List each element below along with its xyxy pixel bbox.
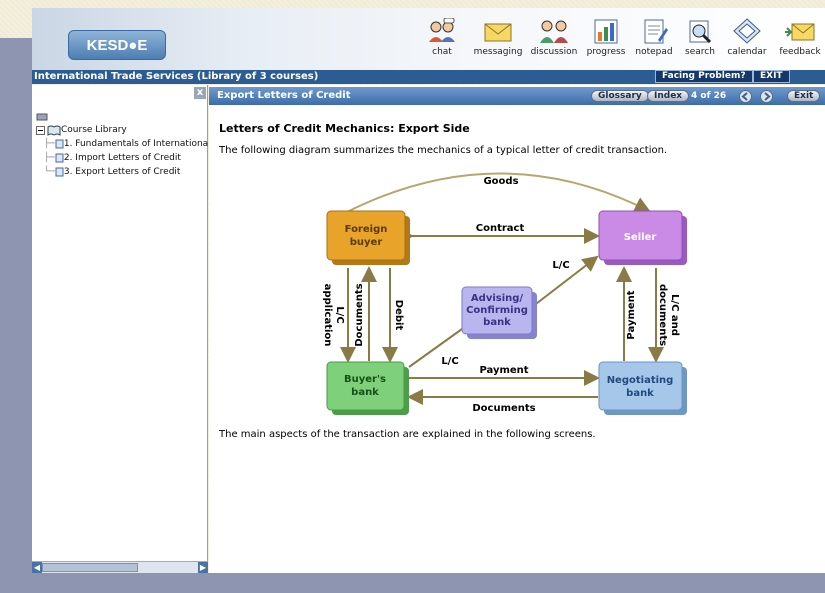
- outro-text: The main aspects of the transaction are …: [219, 429, 596, 440]
- calendar-button[interactable]: calendar: [719, 18, 775, 57]
- tree-root-label: Course Library: [61, 125, 127, 135]
- horizontal-scrollbar[interactable]: ◀ ▶: [32, 561, 208, 573]
- node-foreign-buyer: Foreign buyer: [326, 210, 410, 265]
- toolbar-label: messaging: [473, 47, 523, 57]
- node-seller: Seller: [598, 210, 687, 265]
- buyers-bank-line2: bank: [351, 387, 379, 398]
- progress-icon: [594, 19, 618, 44]
- course-title-bar: International Trade Services (Library of…: [32, 70, 825, 84]
- label-documents-v: Documents: [354, 283, 365, 346]
- feedback-button[interactable]: feedback: [772, 18, 825, 57]
- tree-item-3[interactable]: └─ 3. Export Letters of Credit: [36, 165, 208, 179]
- tree-item-1[interactable]: ├─ 1. Fundamentals of Internationa: [36, 137, 208, 151]
- foreign-buyer-line2: buyer: [350, 237, 383, 248]
- label-lc-docs-2: documents: [657, 284, 668, 346]
- facing-problem-button[interactable]: Facing Problem?: [655, 70, 753, 83]
- library-shelf-icon: [36, 113, 48, 121]
- course-icon: [55, 167, 64, 177]
- toolbar-label: chat: [432, 47, 452, 57]
- label-lc-app-2: application: [322, 284, 333, 347]
- book-icon: [47, 125, 61, 136]
- label-goods: Goods: [483, 176, 518, 187]
- course-icon: [55, 153, 64, 163]
- search-icon: [689, 20, 712, 44]
- discussion-icon: [540, 20, 568, 43]
- label-payment: Payment: [479, 365, 528, 376]
- advising-line1: Advising/: [471, 293, 524, 304]
- chat-icon: [429, 18, 455, 42]
- scroll-left-icon[interactable]: ◀: [32, 562, 42, 573]
- course-title: International Trade Services (Library of…: [34, 71, 319, 82]
- foreign-buyer-line1: Foreign: [345, 224, 388, 235]
- messaging-button[interactable]: messaging: [470, 18, 526, 57]
- toolbar-label: calendar: [727, 47, 767, 57]
- feedback-icon: [785, 23, 815, 41]
- close-panel-button[interactable]: x: [194, 87, 206, 99]
- tree-item-label: 2. Import Letters of Credit: [63, 153, 181, 163]
- scrollbar-thumb[interactable]: [42, 563, 138, 572]
- messaging-icon: [484, 23, 512, 42]
- label-lc-app-1: L/C: [334, 306, 345, 323]
- app-window: KESD●E chat messaging discussion progres…: [0, 0, 825, 593]
- tree-item-2[interactable]: ├─ 2. Import Letters of Credit: [36, 151, 208, 165]
- course-icon: [55, 139, 64, 149]
- tree-item-label: 1. Fundamentals of Internationa: [63, 139, 209, 149]
- tree-root[interactable]: Course Library: [36, 123, 208, 137]
- logo: KESD●E: [68, 30, 166, 60]
- collapse-icon: [36, 125, 45, 135]
- notepad-icon: [644, 19, 668, 44]
- discussion-button[interactable]: discussion: [526, 18, 582, 57]
- label-lc-top: L/C: [552, 260, 569, 271]
- exit-button[interactable]: EXIT: [753, 70, 790, 83]
- label-lc-bottom: L/C: [441, 356, 458, 367]
- letter-of-credit-diagram: Foreign buyer Seller Advising/ Confirmin…: [322, 172, 687, 415]
- tree-item-label: 3. Export Letters of Credit: [63, 167, 181, 177]
- scroll-right-icon[interactable]: ▶: [198, 562, 208, 573]
- calendar-icon: [733, 18, 761, 44]
- node-negotiating-bank: Negotiating bank: [598, 361, 687, 415]
- node-advising-bank: Advising/ Confirming bank: [461, 286, 537, 339]
- label-payment-v: Payment: [626, 290, 637, 339]
- label-contract: Contract: [476, 223, 525, 234]
- advising-line3: bank: [483, 317, 511, 328]
- label-documents: Documents: [472, 403, 535, 414]
- content-panel: Export Letters of Credit Glossary Index …: [209, 85, 825, 573]
- node-buyers-bank: Buyer's bank: [326, 361, 409, 415]
- toolbar-label: feedback: [779, 47, 821, 57]
- course-library-panel: x Course Library ├─ 1. Fundamentals of I…: [32, 85, 208, 573]
- buyers-bank-line1: Buyer's: [344, 374, 386, 385]
- chat-button[interactable]: chat: [414, 18, 470, 57]
- negotiating-line1: Negotiating: [607, 375, 674, 386]
- seller-label: Seller: [624, 232, 657, 243]
- negotiating-line2: bank: [626, 388, 654, 399]
- advising-line2: Confirming: [466, 305, 528, 316]
- label-lc-docs-1: L/C and: [669, 294, 680, 336]
- toolbar-label: discussion: [530, 47, 578, 57]
- app-header: KESD●E chat messaging discussion progres…: [32, 8, 825, 70]
- label-debit: Debit: [393, 300, 404, 331]
- window-frame-left: [0, 38, 32, 593]
- course-tree: Course Library ├─ 1. Fundamentals of Int…: [36, 123, 208, 179]
- window-frame-bottom: [0, 573, 825, 593]
